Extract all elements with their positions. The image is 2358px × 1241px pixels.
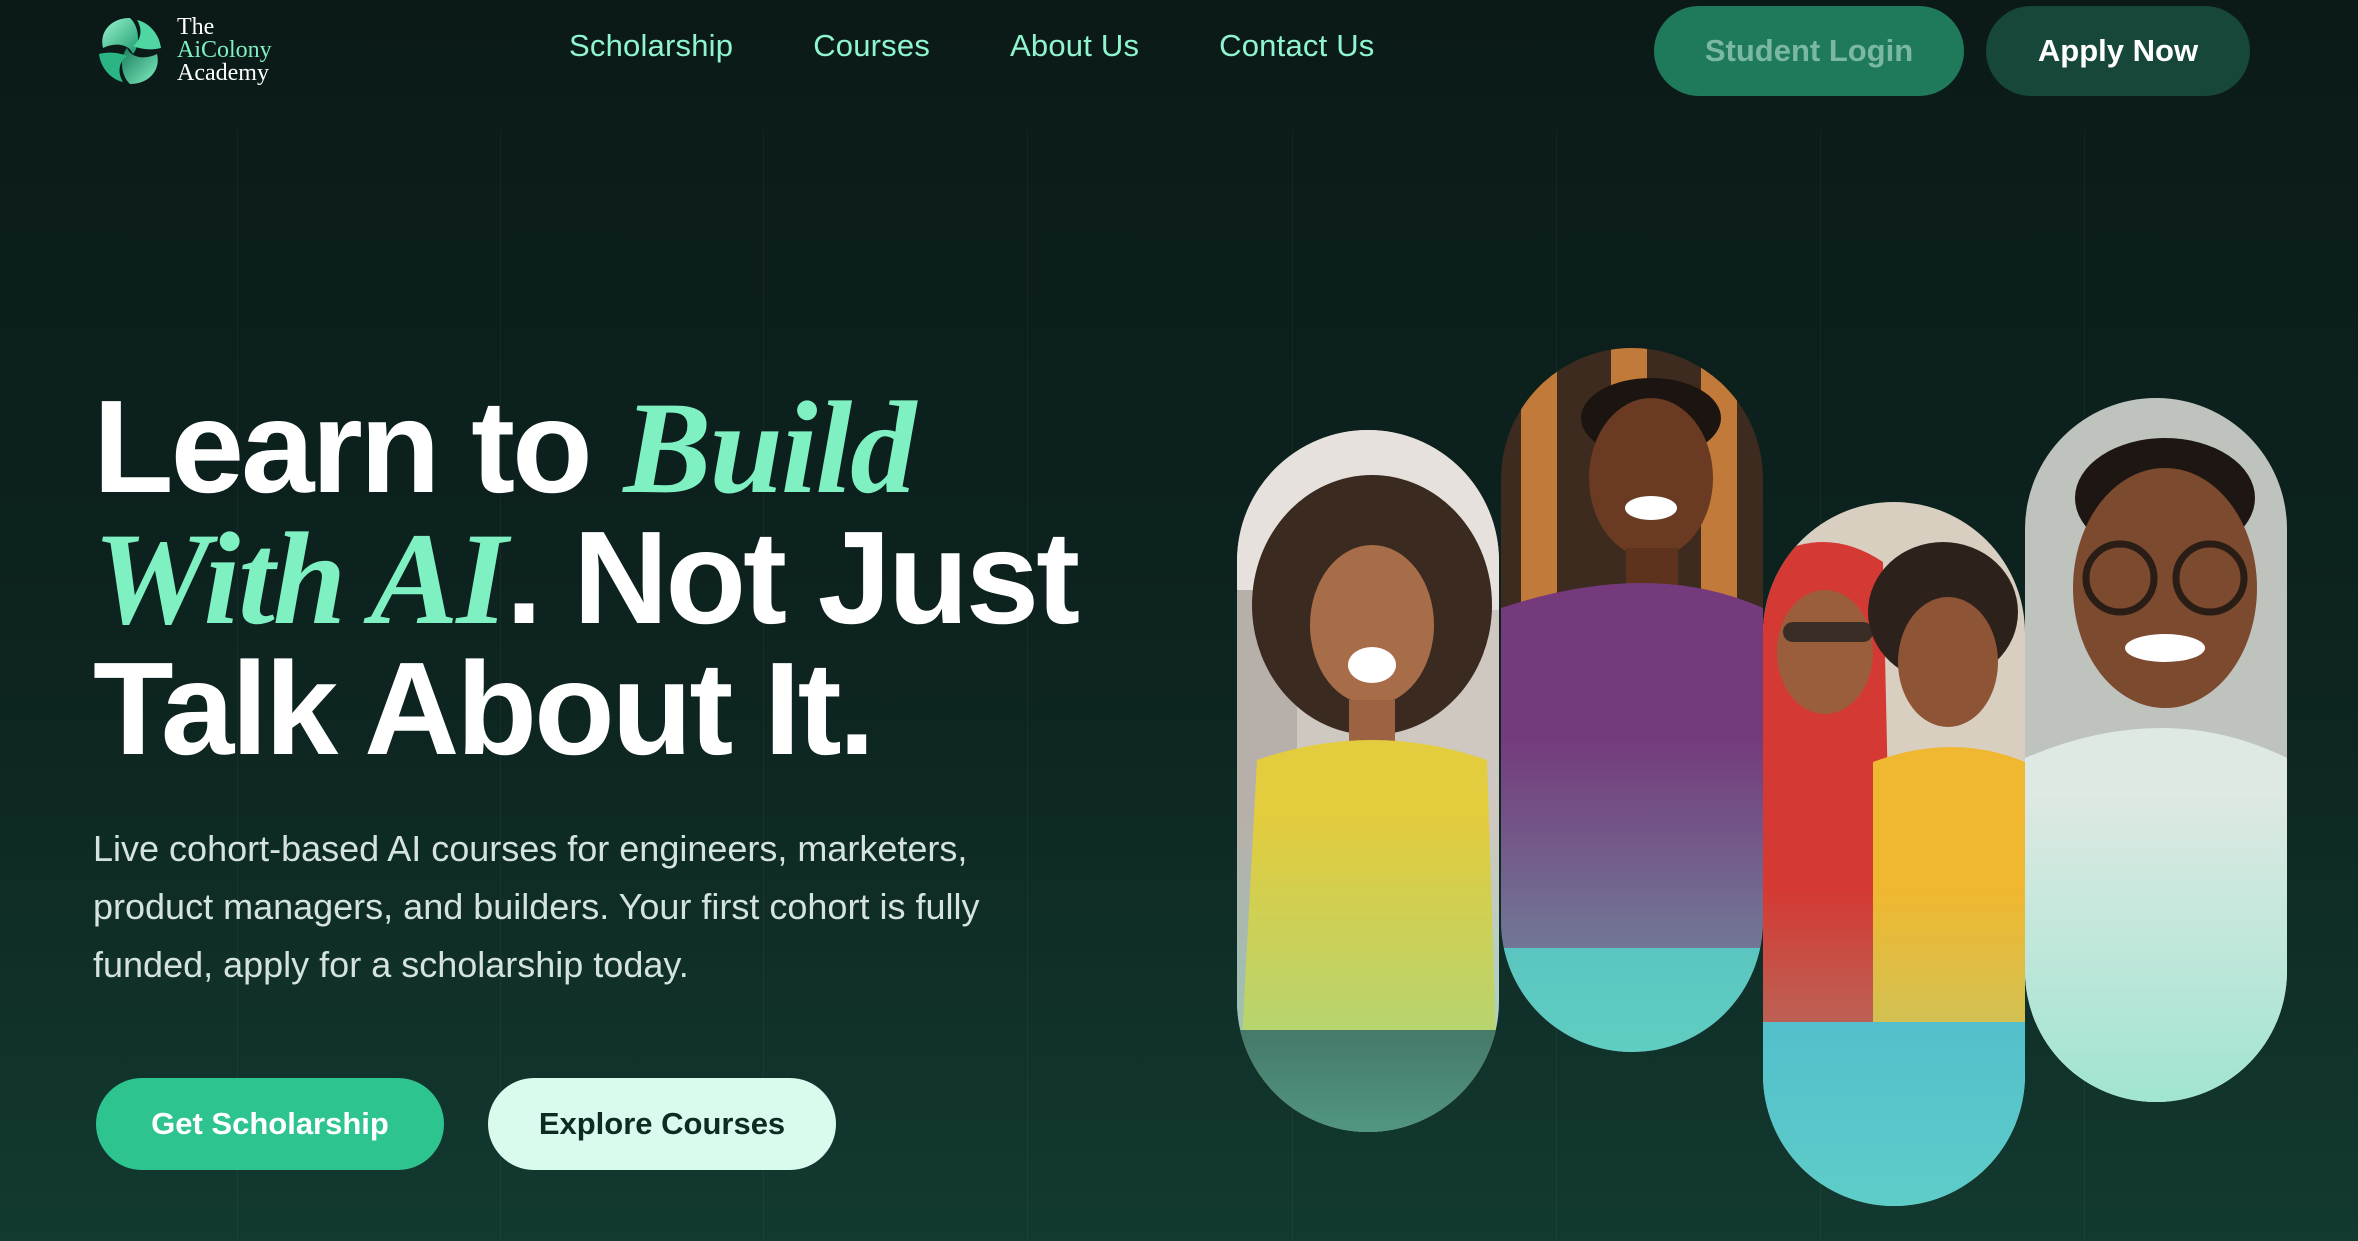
headline-text-2: . Not Just [505,504,1080,651]
brand-name: The AiColony Academy [177,14,272,86]
headline-text-1: Learn to [93,373,624,520]
site-header: The AiColony Academy Scholarship Courses… [0,0,2358,100]
main-nav: Scholarship Courses About Us Contact Us [569,28,1375,64]
man-glasses-photo [2025,398,2287,1102]
headline-accent-with-ai: With AI [93,505,508,652]
apply-now-button[interactable]: Apply Now [1986,6,2250,96]
interlocking-leaf-logo-icon [99,18,161,84]
hero-headline: Learn to Build With AI. Not Just Talk Abou… [93,381,1193,775]
nav-link-about-us[interactable]: About Us [1010,28,1139,64]
hero-subtext: Live cohort-based AI courses for enginee… [93,828,980,985]
two-women-laptop-photo [1763,502,2025,1206]
woman-smiling-photo [1237,430,1499,1132]
man-smiling-photo [1501,348,1763,1052]
student-login-button[interactable]: Student Login [1654,6,1964,96]
brand-logo[interactable]: The AiColony Academy [93,14,303,88]
nav-link-courses[interactable]: Courses [813,28,930,64]
explore-courses-button[interactable]: Explore Courses [488,1078,836,1170]
nav-link-contact-us[interactable]: Contact Us [1219,28,1374,64]
get-scholarship-button[interactable]: Get Scholarship [96,1078,444,1170]
headline-accent-build: Build [623,374,916,521]
nav-link-scholarship[interactable]: Scholarship [569,28,733,64]
brand-name-line-2: AiColony [177,37,272,63]
headline-text-3: Talk About It. [93,635,875,782]
brand-name-line-1: The [177,14,215,40]
brand-name-line-3: Academy [177,60,269,86]
